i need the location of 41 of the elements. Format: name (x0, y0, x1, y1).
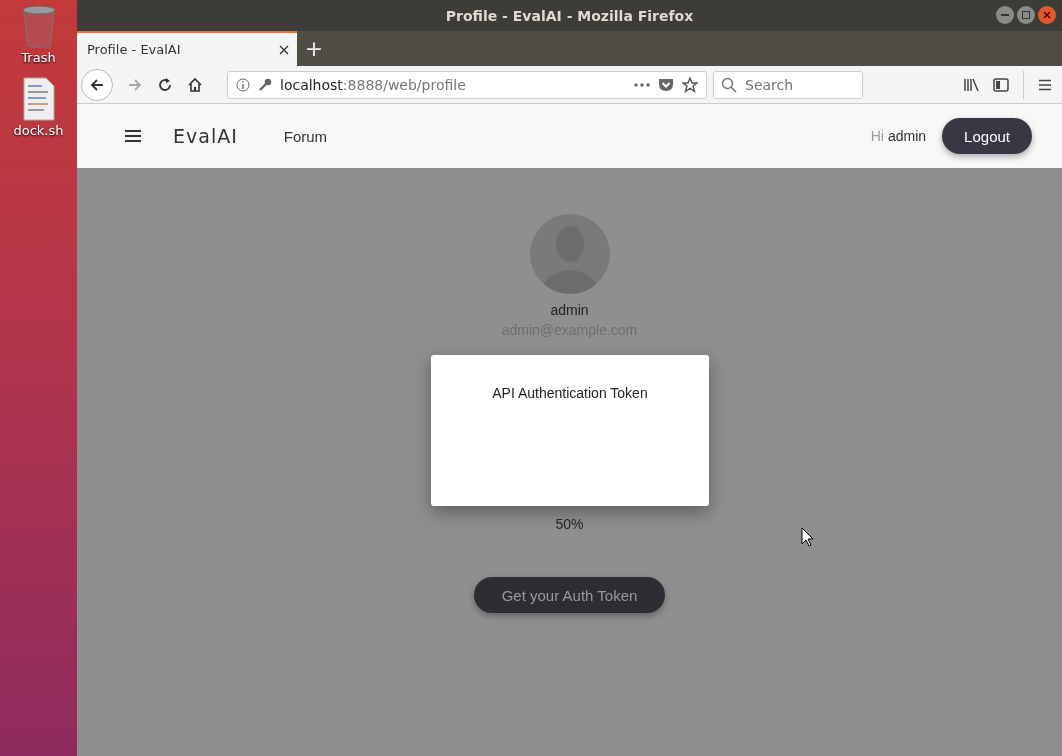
new-tab-button[interactable]: + (297, 31, 331, 66)
minimize-icon (1001, 11, 1009, 19)
maximize-button[interactable] (1017, 6, 1035, 24)
sidebar-icon[interactable] (993, 77, 1009, 92)
username-text: admin (887, 128, 927, 144)
reload-icon[interactable] (157, 76, 173, 93)
logo[interactable]: EvalAI (173, 125, 238, 147)
menu-icon[interactable] (1038, 78, 1052, 91)
desktop-icon-label: dock.sh (13, 123, 64, 138)
close-icon (1043, 11, 1051, 19)
more-icon[interactable] (634, 82, 650, 87)
browser-tab[interactable]: Profile - EvalAI (77, 31, 297, 66)
greeting-text: Hi (870, 128, 884, 144)
back-button[interactable] (81, 68, 113, 101)
key-icon (258, 77, 272, 92)
desktop-icon-label: Trash (21, 50, 56, 65)
dialog-title: API Authentication Token (492, 385, 648, 403)
avatar-icon (529, 214, 610, 294)
progress-value: 50% (555, 516, 584, 532)
library-icon[interactable] (963, 77, 979, 92)
home-icon[interactable] (187, 76, 203, 93)
pointer-icon (801, 527, 814, 547)
maximize-icon (1022, 11, 1030, 19)
info-icon[interactable] (236, 77, 250, 92)
auth-token-button[interactable]: Get your Auth Token (473, 577, 666, 613)
profile-name: admin (550, 302, 589, 318)
search-field[interactable]: Search (713, 70, 863, 99)
nav-link[interactable]: Forum (283, 127, 328, 145)
logout-button[interactable]: Logout (942, 118, 1032, 154)
document-icon[interactable] (21, 77, 56, 121)
shield-icon[interactable] (658, 77, 674, 92)
star-icon[interactable] (682, 76, 698, 93)
url-text: localhost:8888/web/profile (280, 76, 466, 93)
back-arrow-icon (89, 76, 105, 93)
minimize-button[interactable] (996, 6, 1014, 24)
close-button[interactable] (1038, 6, 1056, 24)
menu-icon[interactable] (125, 129, 141, 143)
close-icon[interactable] (279, 44, 289, 55)
search-icon (721, 76, 737, 93)
window-title: Profile - EvalAI - Mozilla Firefox (445, 7, 694, 24)
address-field[interactable]: localhost:8888/web/profile (227, 70, 707, 99)
